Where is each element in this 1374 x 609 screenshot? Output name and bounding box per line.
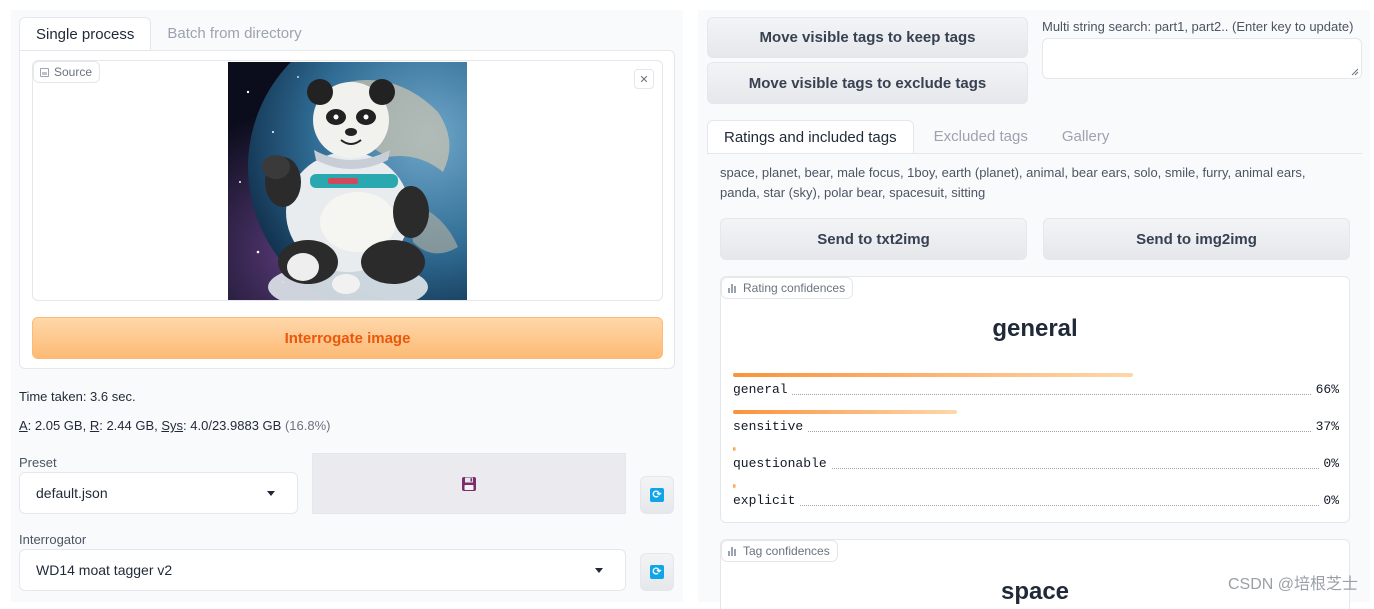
- source-label: Source: [33, 61, 101, 83]
- rating-percent: 37%: [1311, 419, 1339, 434]
- refresh-preset-button[interactable]: ⟳: [640, 476, 674, 514]
- rating-name: sensitive: [733, 419, 808, 434]
- preset-value: default.json: [36, 485, 108, 501]
- questionable-confidence-bar: [733, 447, 736, 451]
- move-to-exclude-tags-button[interactable]: Move visible tags to exclude tags: [707, 62, 1028, 104]
- rating-confidences-label: Rating confidences: [721, 277, 854, 299]
- source-label-text: Source: [54, 65, 93, 79]
- result-tabs: Ratings and included tags Excluded tags …: [707, 120, 1126, 154]
- rating-percent: 0%: [1319, 493, 1339, 508]
- tab-batch-from-directory[interactable]: Batch from directory: [151, 17, 317, 51]
- memory-r-key: R: [89, 418, 100, 433]
- memory-a-key: A: [19, 418, 28, 433]
- process-tabs: Single process Batch from directory: [19, 17, 318, 51]
- rating-name: explicit: [733, 493, 800, 508]
- send-to-txt2img-button[interactable]: Send to txt2img: [720, 218, 1027, 260]
- save-preset-button[interactable]: [312, 453, 626, 514]
- included-tags-text: space, planet, bear, male focus, 1boy, e…: [720, 165, 1306, 200]
- rating-confidences-label-text: Rating confidences: [743, 281, 846, 295]
- source-image-box[interactable]: Source ✕: [32, 60, 663, 301]
- leader-dots: [733, 505, 1339, 506]
- refresh-icon: ⟳: [650, 488, 664, 502]
- memory-percent: (16.8%): [284, 418, 331, 433]
- bar-chart-icon: [728, 283, 738, 293]
- clear-image-button[interactable]: ✕: [634, 69, 654, 89]
- rating-confidences-box: Rating confidences general general 66% s…: [720, 276, 1350, 523]
- memory-sys-key: Sys: [161, 418, 184, 433]
- tab-excluded-tags[interactable]: Excluded tags: [914, 120, 1045, 154]
- refresh-icon: ⟳: [650, 565, 664, 579]
- tab-divider: [707, 153, 1362, 154]
- interrogate-image-button[interactable]: Interrogate image: [32, 317, 663, 359]
- explicit-confidence-bar: [733, 484, 736, 488]
- close-icon: ✕: [639, 73, 649, 86]
- preset-label: Preset: [19, 455, 57, 470]
- multi-string-search-input[interactable]: [1042, 38, 1362, 79]
- memory-a-value: : 2.05 GB,: [27, 418, 90, 433]
- rating-row-sensitive: sensitive 37%: [733, 419, 1339, 437]
- rating-row-explicit: explicit 0%: [733, 493, 1339, 511]
- interrogator-value: WD14 moat tagger v2: [36, 562, 173, 578]
- send-to-img2img-button[interactable]: Send to img2img: [1043, 218, 1350, 260]
- chevron-down-icon: [595, 568, 603, 573]
- leader-dots: [733, 394, 1339, 395]
- rating-percent: 66%: [1311, 382, 1339, 397]
- preset-dropdown[interactable]: default.json: [19, 472, 298, 514]
- tag-confidences-label-text: Tag confidences: [743, 544, 830, 558]
- memory-r-value: : 2.44 GB,: [99, 418, 162, 433]
- tag-confidences-label: Tag confidences: [721, 540, 838, 562]
- refresh-interrogator-button[interactable]: ⟳: [640, 553, 674, 591]
- image-icon: [40, 67, 49, 77]
- tab-ratings-and-included-tags[interactable]: Ratings and included tags: [707, 120, 914, 154]
- rating-name: general: [733, 382, 792, 397]
- tab-gallery[interactable]: Gallery: [1045, 120, 1127, 154]
- interrogator-label: Interrogator: [19, 532, 87, 547]
- right-panel: Move visible tags to keep tags Move visi…: [698, 10, 1370, 609]
- chevron-down-icon: [267, 491, 275, 496]
- rating-row-general: general 66%: [733, 382, 1339, 400]
- rating-row-questionable: questionable 0%: [733, 456, 1339, 474]
- resize-handle-icon[interactable]: [1351, 68, 1359, 76]
- general-confidence-bar: [733, 373, 1133, 377]
- move-to-keep-tags-button[interactable]: Move visible tags to keep tags: [707, 17, 1028, 58]
- bar-chart-icon: [728, 546, 738, 556]
- leader-dots: [733, 431, 1339, 432]
- memory-usage-text: A: 2.05 GB, R: 2.44 GB, Sys: 4.0/23.9883…: [19, 418, 330, 433]
- source-image: [228, 62, 467, 300]
- search-label: Multi string search: part1, part2.. (Ent…: [1042, 19, 1354, 34]
- watermark: CSDN @培根芝士: [1227, 576, 1358, 593]
- interrogator-dropdown[interactable]: WD14 moat tagger v2: [19, 549, 626, 591]
- rating-name: questionable: [733, 456, 831, 471]
- top-rating: general: [992, 315, 1078, 342]
- single-process-panel: Source ✕ Interrogate image: [19, 50, 675, 369]
- left-panel: Single process Batch from directory Sour…: [11, 10, 683, 602]
- memory-sys-value: : 4.0/23.9883 GB: [183, 418, 285, 433]
- floppy-disk-icon: [462, 476, 476, 491]
- rating-percent: 0%: [1319, 456, 1339, 471]
- time-taken-text: Time taken: 3.6 sec.: [19, 389, 136, 404]
- sensitive-confidence-bar: [733, 410, 957, 414]
- tab-single-process[interactable]: Single process: [19, 17, 152, 51]
